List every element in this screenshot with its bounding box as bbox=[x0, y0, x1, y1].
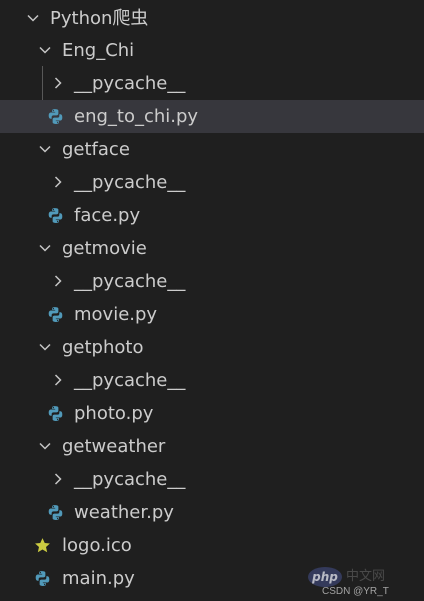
tree-item-label: weather.py bbox=[74, 502, 174, 523]
tree-item-label: __pycache__ bbox=[74, 271, 186, 292]
watermark: php 中文网 CSDN @YR_T bbox=[308, 561, 418, 601]
watermark-credit: CSDN @YR_T bbox=[322, 586, 389, 597]
tree-folder-eng-chi[interactable]: Eng_Chi bbox=[0, 34, 424, 67]
tree-file-face[interactable]: face.py bbox=[0, 199, 424, 232]
tree-item-label: main.py bbox=[62, 568, 135, 589]
python-file-icon bbox=[46, 404, 64, 422]
tree-folder-pycache[interactable]: __pycache__ bbox=[0, 166, 424, 199]
tree-folder-getface[interactable]: getface bbox=[0, 133, 424, 166]
tree-folder-pycache[interactable]: __pycache__ bbox=[0, 67, 424, 100]
tree-item-label: movie.py bbox=[74, 304, 158, 325]
tree-item-label: getphoto bbox=[62, 337, 144, 358]
tree-folder-pycache[interactable]: __pycache__ bbox=[0, 265, 424, 298]
chevron-right-icon bbox=[49, 272, 67, 290]
tree-item-label: Python爬虫 bbox=[50, 8, 149, 29]
tree-item-label: getmovie bbox=[62, 238, 147, 259]
tree-item-label: photo.py bbox=[74, 403, 154, 424]
tree-folder-getphoto[interactable]: getphoto bbox=[0, 331, 424, 364]
chevron-down-icon bbox=[36, 338, 54, 356]
python-file-icon bbox=[33, 569, 51, 587]
chevron-down-icon bbox=[36, 140, 54, 158]
tree-item-label: logo.ico bbox=[62, 535, 132, 556]
chevron-down-icon bbox=[36, 437, 54, 455]
file-explorer: Python爬虫 Eng_Chi __pycache__ eng_to_chi.… bbox=[0, 0, 424, 601]
tree-file-movie[interactable]: movie.py bbox=[0, 298, 424, 331]
php-logo: php bbox=[308, 567, 342, 587]
tree-item-label: getface bbox=[62, 139, 130, 160]
tree-file-eng-to-chi[interactable]: eng_to_chi.py bbox=[0, 100, 424, 133]
chevron-down-icon bbox=[36, 41, 54, 59]
python-file-icon bbox=[46, 305, 64, 323]
tree-folder-getweather[interactable]: getweather bbox=[0, 430, 424, 463]
tree-folder-pycache[interactable]: __pycache__ bbox=[0, 463, 424, 496]
tree-root-python-crawler[interactable]: Python爬虫 bbox=[0, 2, 424, 35]
python-file-icon bbox=[46, 206, 64, 224]
chevron-down-icon bbox=[36, 239, 54, 257]
chevron-right-icon bbox=[49, 371, 67, 389]
chevron-right-icon bbox=[49, 470, 67, 488]
tree-item-label: face.py bbox=[74, 205, 141, 226]
chevron-right-icon bbox=[49, 74, 67, 92]
chevron-right-icon bbox=[49, 173, 67, 191]
chevron-down-icon bbox=[24, 9, 42, 27]
tree-item-label: __pycache__ bbox=[74, 469, 186, 490]
watermark-site-text: 中文网 bbox=[346, 569, 386, 584]
tree-item-label: eng_to_chi.py bbox=[74, 106, 199, 127]
tree-item-label: Eng_Chi bbox=[62, 40, 135, 61]
tree-folder-getmovie[interactable]: getmovie bbox=[0, 232, 424, 265]
tree-item-label: getweather bbox=[62, 436, 166, 457]
python-file-icon bbox=[46, 503, 64, 521]
python-file-icon bbox=[46, 107, 64, 125]
tree-folder-pycache[interactable]: __pycache__ bbox=[0, 364, 424, 397]
tree-item-label: __pycache__ bbox=[74, 73, 186, 94]
tree-item-label: __pycache__ bbox=[74, 370, 186, 391]
star-icon bbox=[33, 536, 51, 554]
tree-item-label: __pycache__ bbox=[74, 172, 186, 193]
tree-file-weather[interactable]: weather.py bbox=[0, 496, 424, 529]
tree-file-photo[interactable]: photo.py bbox=[0, 397, 424, 430]
tree-file-logo[interactable]: logo.ico bbox=[0, 529, 424, 562]
